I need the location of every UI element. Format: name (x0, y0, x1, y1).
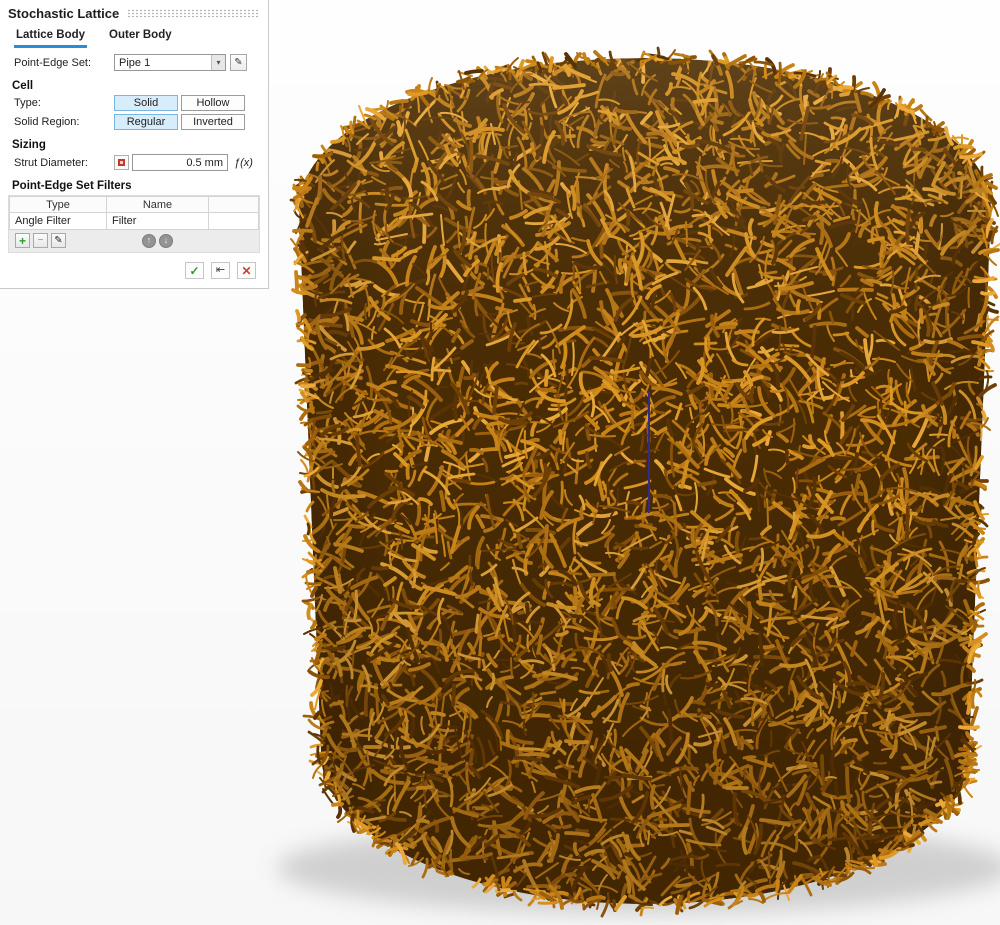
filters-box: Type Name Angle Filter Filter + − ✎ ↑ ↓ (8, 195, 260, 253)
panel-header: Stochastic Lattice (6, 4, 262, 24)
cell-section-heading: Cell (6, 80, 262, 92)
pause-command-button[interactable]: ⇤ (211, 262, 230, 279)
filters-header-row: Type Name (10, 197, 259, 213)
cell-type-label: Type: (14, 97, 114, 109)
solid-region-inverted-button[interactable]: Inverted (181, 114, 245, 130)
panel-tabs: Lattice Body Outer Body (6, 24, 262, 48)
solid-region-regular-button[interactable]: Regular (114, 114, 178, 130)
edit-point-edge-set-button[interactable]: ✎ (230, 54, 247, 71)
edit-filter-button[interactable]: ✎ (51, 233, 66, 248)
move-filter-down-button[interactable]: ↓ (159, 234, 173, 248)
expression-fx-button[interactable]: ƒ(x) (234, 157, 253, 169)
point-edge-set-label: Point-Edge Set: (14, 57, 114, 69)
cell-type-toggle-group: Solid Hollow (114, 95, 245, 111)
strut-diameter-label: Strut Diameter: (14, 157, 114, 169)
filters-table: Type Name Angle Filter Filter (9, 196, 259, 230)
filter-name-cell[interactable]: Filter (107, 213, 209, 230)
dimension-marker-button[interactable] (114, 155, 129, 170)
cancel-button[interactable]: ✕ (237, 262, 256, 279)
filters-section-heading: Point-Edge Set Filters (6, 180, 262, 192)
cell-type-solid-button[interactable]: Solid (114, 95, 178, 111)
pencil-icon: ✎ (234, 57, 242, 68)
dimension-marker-icon (118, 159, 125, 166)
filters-column-blank (209, 197, 259, 213)
panel-title: Stochastic Lattice (8, 6, 119, 21)
filter-type-cell[interactable]: Angle Filter (10, 213, 107, 230)
table-row[interactable]: Angle Filter Filter (10, 213, 259, 230)
point-edge-set-row: Point-Edge Set: Pipe 1 ▾ ✎ (6, 54, 262, 71)
chevron-down-icon[interactable]: ▾ (211, 55, 225, 70)
sizing-section-heading: Sizing (6, 139, 262, 151)
tab-lattice-body[interactable]: Lattice Body (14, 27, 87, 48)
strut-diameter-input[interactable] (132, 154, 228, 171)
solid-region-row: Solid Region: Regular Inverted (6, 114, 262, 130)
solid-region-toggle-group: Regular Inverted (114, 114, 245, 130)
point-edge-set-value: Pipe 1 (115, 57, 211, 69)
stochastic-lattice-panel: Stochastic Lattice Lattice Body Outer Bo… (0, 0, 269, 289)
filters-column-type[interactable]: Type (10, 197, 107, 213)
cell-type-row: Type: Solid Hollow (6, 95, 262, 111)
move-filter-up-button[interactable]: ↑ (142, 234, 156, 248)
strut-diameter-row: Strut Diameter: ƒ(x) (6, 154, 262, 171)
solid-region-label: Solid Region: (14, 116, 114, 128)
remove-filter-button[interactable]: − (33, 233, 48, 248)
filter-blank-cell (209, 213, 259, 230)
lattice-edge-shading (299, 58, 991, 904)
panel-grip-dots[interactable] (127, 9, 258, 18)
panel-actions: ✓ ⇤ ✕ (6, 253, 262, 282)
confirm-button[interactable]: ✓ (185, 262, 204, 279)
add-filter-button[interactable]: + (15, 233, 30, 248)
tab-outer-body[interactable]: Outer Body (107, 27, 174, 48)
cell-type-hollow-button[interactable]: Hollow (181, 95, 245, 111)
point-edge-set-dropdown[interactable]: Pipe 1 ▾ (114, 54, 226, 71)
filters-toolbar: + − ✎ ↑ ↓ (9, 230, 259, 252)
filters-column-name[interactable]: Name (107, 197, 209, 213)
